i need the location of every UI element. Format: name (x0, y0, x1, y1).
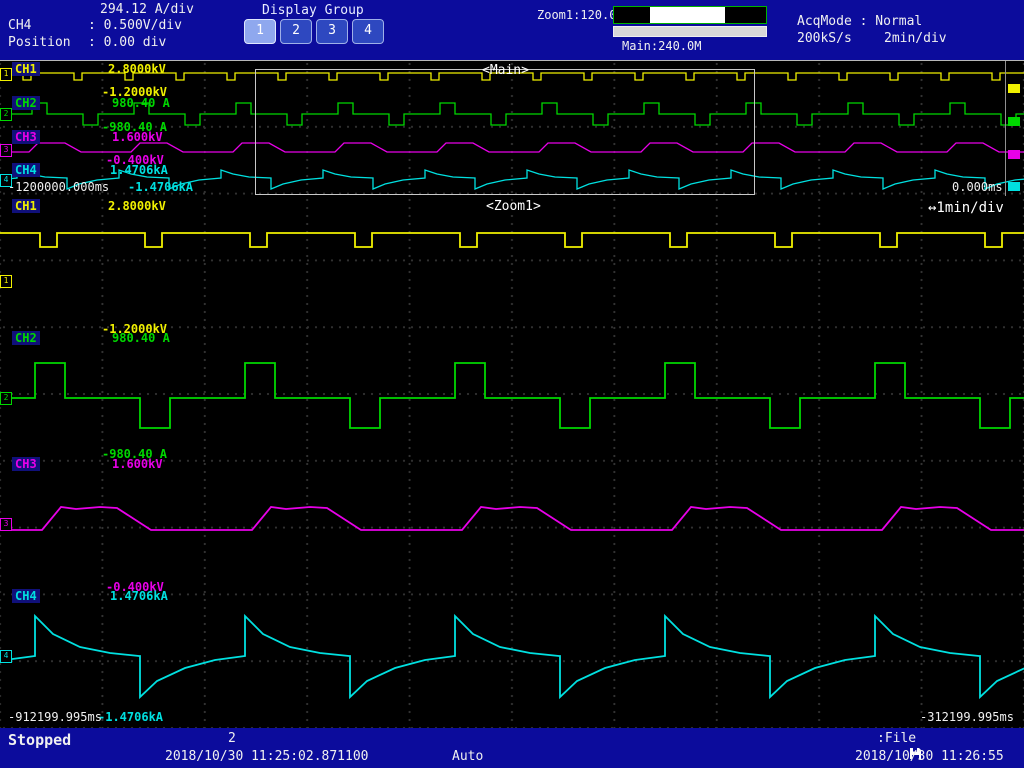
acq-mode-label: AcqMode : Normal (797, 14, 922, 29)
main-ch3-top-value: 1.600kV (112, 130, 163, 144)
header-bar: 294.12 A/div CH4 : 0.500V/div Position :… (0, 0, 1024, 60)
zoom-ch3-label: CH3 (12, 457, 40, 471)
zoom-ch2-trace (0, 363, 1024, 428)
zoom-ch2-position-marker[interactable]: 2 (0, 392, 12, 405)
main-ch4-label: CH4 (12, 163, 40, 177)
waveform-area: <Main> CH1 2.8000kV -1.2000kV CH2 980.40… (0, 60, 1024, 728)
file-label: :File (877, 731, 916, 746)
zoom-time-right: -312199.995ms (920, 710, 1014, 724)
timebase-label: 2min/div (884, 31, 947, 46)
ch3-right-level-marker (1008, 150, 1020, 159)
selected-channel-label: CH4 (8, 18, 31, 33)
zoom-ch4-bottom-value: -1.4706kA (98, 710, 163, 724)
main-ch3-label: CH3 (12, 130, 40, 144)
main-ch4-bottom-value: -1.4706kA (128, 180, 193, 194)
main-time-left: -1200000.000ms (8, 180, 109, 194)
position-label: Position (8, 35, 71, 50)
main-time-right: 0.000ms (952, 180, 1003, 194)
zoom-ch3-trace (0, 507, 1024, 530)
main-record-size-label: Main:240.0M (622, 39, 701, 53)
ch2-right-level-marker (1008, 117, 1020, 126)
status-bar: Stopped 2 2018/10/30 11:25:02.871100 Aut… (0, 728, 1024, 768)
zoom-window-indicator[interactable] (650, 7, 724, 23)
zoom-record-size-label: Zoom1:120.0M (537, 8, 624, 22)
zoom-view-title: <Zoom1> (486, 199, 541, 214)
zoom-position-bar[interactable] (613, 6, 767, 24)
display-group-button-3[interactable]: 3 (316, 19, 348, 44)
main-zoom-separator-line (0, 60, 1024, 61)
display-group-label: Display Group (262, 3, 364, 18)
zoom-region-box[interactable] (255, 69, 755, 195)
ch4-right-level-marker (1008, 182, 1020, 191)
main-ch2-label: CH2 (12, 96, 40, 110)
main-ch3-position-marker[interactable]: 3 (0, 144, 12, 157)
position-value: : 0.00 div (88, 35, 166, 50)
zoom-ch4-position-marker[interactable]: 4 (0, 650, 12, 663)
display-group-button-2[interactable]: 2 (280, 19, 312, 44)
record-end-marker-line (1005, 61, 1006, 196)
zoom-ch4-trace (0, 616, 1024, 697)
zoom-ch3-top-value: 1.600kV (112, 457, 163, 471)
main-ch4-position-marker[interactable]: 4 (0, 174, 12, 187)
channel-vdiv-value: : 0.500V/div (88, 18, 182, 33)
main-ch1-label: CH1 (12, 62, 40, 76)
main-ch1-top-value: 2.8000kV (108, 62, 166, 76)
zoom-ch3-position-marker[interactable]: 3 (0, 518, 12, 531)
zoom-ch4-top-value: 1.4706kA (110, 589, 168, 603)
system-clock: 2018/10/30 11:26:55 (855, 749, 1004, 764)
acquisition-timestamp: 2018/10/30 11:25:02.871100 (165, 749, 369, 764)
acquisition-status: Stopped (8, 731, 71, 749)
display-group-button-1[interactable]: 1 (244, 19, 276, 44)
trigger-mode: Auto (452, 749, 483, 764)
zoom-time-left: -912199.995ms (8, 710, 102, 724)
main-record-bar (613, 26, 767, 37)
main-ch4-top-value: 1.4706kA (110, 163, 168, 177)
oscilloscope-screen: 294.12 A/div CH4 : 0.500V/div Position :… (0, 0, 1024, 768)
main-ch2-top-value: 980.40 A (112, 96, 170, 110)
zoom-ch1-position-marker[interactable]: 1 (0, 275, 12, 288)
zoom-timebase-label: ↔1min/div (928, 200, 1004, 216)
zoom-ch2-label: CH2 (12, 331, 40, 345)
group-indicator: 2 (228, 731, 236, 746)
main-view-title: <Main> (482, 63, 529, 78)
zoom-ch2-top-value: 980.40 A (112, 331, 170, 345)
channel-scaled-value: 294.12 A/div (100, 2, 194, 17)
main-ch1-position-marker[interactable]: 1 (0, 68, 12, 81)
main-ch2-position-marker[interactable]: 2 (0, 108, 12, 121)
sample-rate-label: 200kS/s (797, 31, 852, 46)
zoom-ch1-top-value: 2.8000kV (108, 199, 166, 213)
zoom-ch1-label: CH1 (12, 199, 40, 213)
ch1-right-level-marker (1008, 84, 1020, 93)
zoom-ch4-label: CH4 (12, 589, 40, 603)
display-group-button-4[interactable]: 4 (352, 19, 384, 44)
zoom-ch1-trace (0, 233, 1024, 247)
